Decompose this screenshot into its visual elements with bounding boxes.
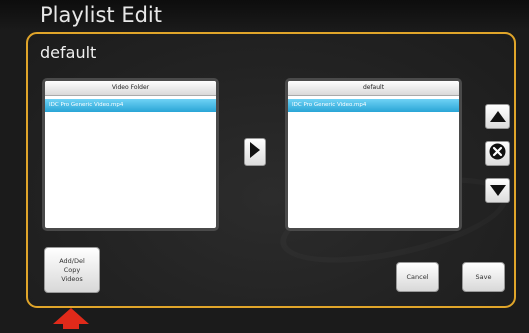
- remove-button[interactable]: [485, 141, 510, 166]
- list-item[interactable]: IDC Pro Generic Video.mp4: [288, 99, 459, 112]
- red-arrow-up-icon: [52, 308, 90, 333]
- triangle-down-icon: [489, 181, 506, 200]
- page-title: Playlist Edit: [40, 3, 162, 27]
- playlist-name: default: [40, 43, 97, 62]
- list-item[interactable]: IDC Pro Generic Video.mp4: [45, 99, 216, 112]
- move-down-button[interactable]: [485, 178, 510, 203]
- add-to-playlist-button[interactable]: [244, 138, 266, 166]
- cancel-button[interactable]: Cancel: [396, 262, 439, 292]
- video-folder-list[interactable]: Video Folder IDC Pro Generic Video.mp4: [42, 78, 219, 231]
- triangle-up-icon: [489, 107, 506, 126]
- playlist-list[interactable]: default IDC Pro Generic Video.mp4: [285, 78, 462, 231]
- list-header: default: [288, 81, 459, 96]
- x-circle-icon: [489, 143, 506, 164]
- add-del-copy-videos-button[interactable]: Add/Del Copy Videos: [44, 247, 100, 293]
- list-header: Video Folder: [45, 81, 216, 96]
- play-right-icon: [249, 142, 261, 162]
- move-up-button[interactable]: [485, 104, 510, 129]
- save-button[interactable]: Save: [462, 262, 505, 292]
